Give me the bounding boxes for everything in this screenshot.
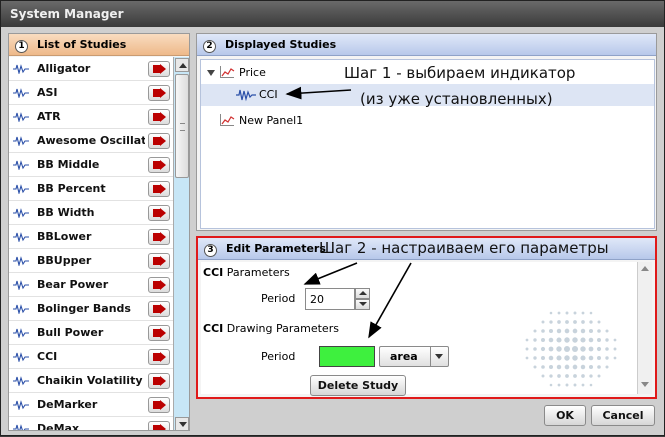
ok-button[interactable]: OK: [544, 405, 586, 426]
system-manager-window: System Manager 1 List of Studies Alligato…: [0, 0, 665, 436]
arrow-to-cci: [285, 86, 352, 100]
annotation-arrows: [285, 86, 412, 339]
arrow-to-parameters: [303, 262, 358, 285]
cancel-button[interactable]: Cancel: [591, 405, 655, 426]
arrow-to-drawing-parameters: [368, 262, 412, 339]
